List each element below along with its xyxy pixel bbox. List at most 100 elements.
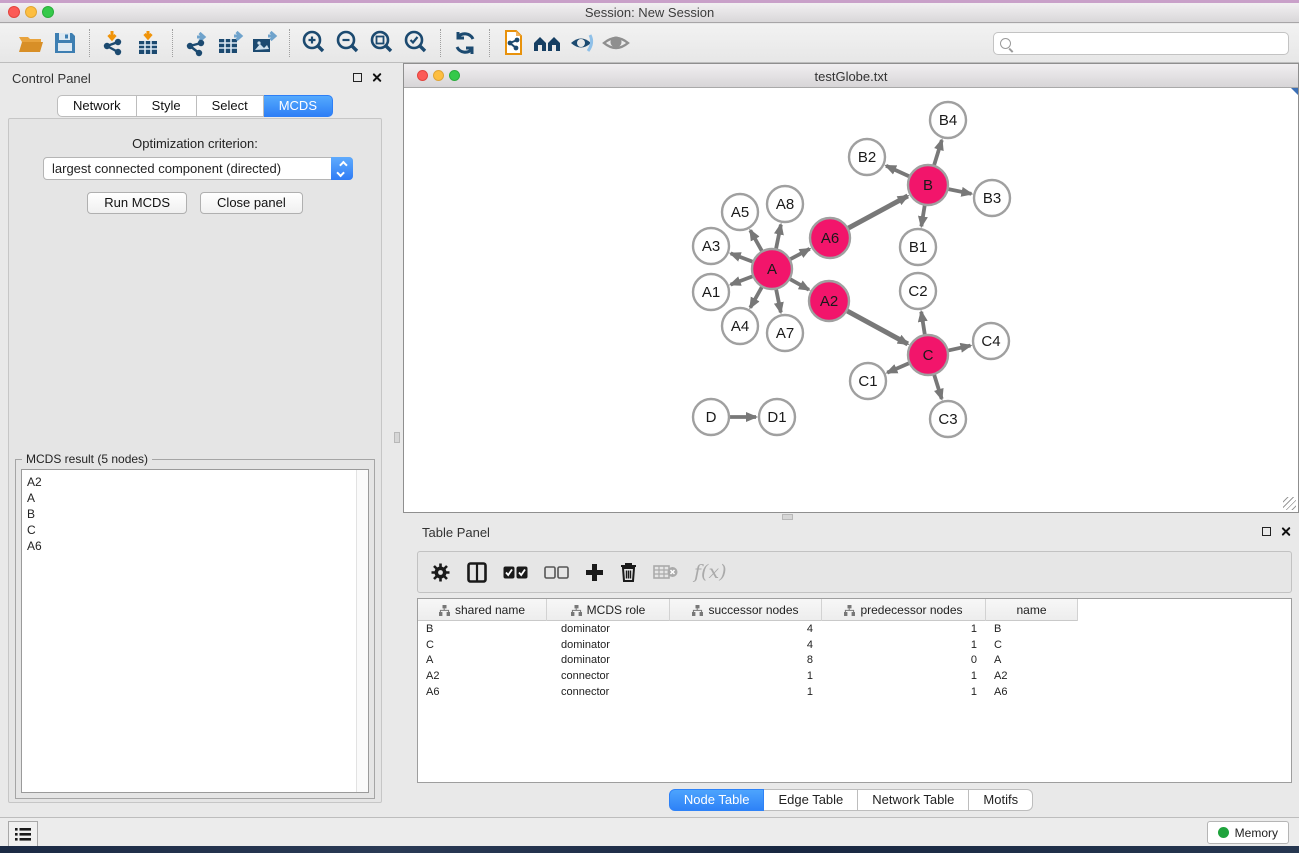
- task-history-button[interactable]: [8, 821, 38, 847]
- node-A1[interactable]: A1: [693, 274, 729, 310]
- export-image-icon[interactable]: [248, 27, 282, 59]
- import-table-icon[interactable]: [131, 27, 165, 59]
- node-A[interactable]: A: [752, 249, 792, 289]
- node-C3[interactable]: C3: [930, 401, 966, 437]
- export-network-icon[interactable]: [180, 27, 214, 59]
- table-row[interactable]: Cdominator41C: [418, 637, 1291, 653]
- memory-button[interactable]: Memory: [1207, 821, 1289, 844]
- svg-text:C1: C1: [858, 373, 877, 390]
- search-input[interactable]: [1016, 35, 1288, 53]
- tab-style[interactable]: Style: [137, 95, 197, 117]
- node-B1[interactable]: B1: [900, 229, 936, 265]
- node-A6[interactable]: A6: [810, 218, 850, 258]
- svg-text:A8: A8: [776, 196, 794, 213]
- close-panel-button[interactable]: Close panel: [200, 192, 303, 214]
- import-network-icon[interactable]: [97, 27, 131, 59]
- tab-mcds[interactable]: MCDS: [264, 95, 333, 117]
- dropdown-stepper[interactable]: [331, 157, 353, 180]
- table-settings-icon[interactable]: [430, 562, 451, 583]
- show-graphics-details-icon[interactable]: [599, 27, 633, 59]
- duplicate-network-icon[interactable]: [497, 27, 531, 59]
- tab-node-table[interactable]: Node Table: [669, 789, 765, 811]
- table-row[interactable]: Bdominator41B: [418, 621, 1291, 637]
- save-session-icon[interactable]: [48, 27, 82, 59]
- result-item[interactable]: A6: [27, 538, 368, 554]
- table-header-row: shared nameMCDS rolesuccessor nodesprede…: [418, 599, 1078, 621]
- hierarchy-icon: [844, 605, 855, 616]
- network-canvas[interactable]: B4 B2 B B3 A8 A5 A6 A3 B1 A A1 C2 A2 A4A7 C4 C C1 C3 D D1: [404, 88, 1298, 512]
- node-A7[interactable]: A7: [767, 315, 803, 351]
- result-item[interactable]: C: [27, 522, 368, 538]
- tab-network-table[interactable]: Network Table: [858, 789, 969, 811]
- column-header-successor-nodes[interactable]: successor nodes: [670, 599, 822, 621]
- export-table-icon[interactable]: [214, 27, 248, 59]
- node-D[interactable]: D: [693, 399, 729, 435]
- node-C2[interactable]: C2: [900, 273, 936, 309]
- node-A5[interactable]: A5: [722, 194, 758, 230]
- first-neighbors-icon[interactable]: [531, 27, 565, 59]
- svg-text:D1: D1: [767, 409, 786, 426]
- tab-motifs[interactable]: Motifs: [969, 789, 1033, 811]
- zoom-selected-icon[interactable]: [399, 27, 433, 59]
- float-table-panel-icon[interactable]: [1262, 527, 1271, 536]
- edge-B-B4[interactable]: [933, 140, 942, 169]
- node-D1[interactable]: D1: [759, 399, 795, 435]
- vertical-splitter-handle[interactable]: [394, 432, 400, 443]
- select-all-icon[interactable]: [503, 566, 528, 579]
- column-header-shared-name[interactable]: shared name: [418, 599, 547, 621]
- node-A3[interactable]: A3: [693, 228, 729, 264]
- node-C1[interactable]: C1: [850, 363, 886, 399]
- node-A2[interactable]: A2: [809, 281, 849, 321]
- tab-network[interactable]: Network: [57, 95, 137, 117]
- result-item[interactable]: A: [27, 490, 368, 506]
- function-builder-icon[interactable]: f(x): [694, 561, 727, 583]
- run-mcds-button[interactable]: Run MCDS: [87, 192, 187, 214]
- node-B[interactable]: B: [908, 165, 948, 205]
- deselect-all-icon[interactable]: [544, 566, 569, 579]
- show-column-icon[interactable]: [467, 562, 487, 583]
- zoom-out-icon[interactable]: [331, 27, 365, 59]
- column-header-name[interactable]: name: [986, 599, 1078, 621]
- search-icon: [1000, 38, 1011, 49]
- node-B3[interactable]: B3: [974, 180, 1010, 216]
- network-window-titlebar[interactable]: testGlobe.txt: [404, 64, 1298, 88]
- control-panel-title: Control Panel: [12, 71, 91, 86]
- column-header-predecessor-nodes[interactable]: predecessor nodes: [822, 599, 986, 621]
- tab-edge-table[interactable]: Edge Table: [764, 789, 858, 811]
- add-column-icon[interactable]: [585, 563, 604, 582]
- result-scrollbar[interactable]: [356, 470, 368, 792]
- criterion-dropdown[interactable]: largest connected component (directed): [43, 157, 353, 180]
- tab-select[interactable]: Select: [197, 95, 264, 117]
- hide-graphics-details-icon[interactable]: [565, 27, 599, 59]
- open-session-icon[interactable]: [14, 27, 48, 59]
- search-field[interactable]: [993, 32, 1289, 55]
- node-A4[interactable]: A4: [722, 308, 758, 344]
- float-panel-icon[interactable]: [353, 73, 362, 82]
- window-resize-grip[interactable]: [1283, 497, 1296, 510]
- edge-B-B2[interactable]: [886, 166, 912, 178]
- close-table-panel-icon[interactable]: [1280, 526, 1291, 537]
- delete-table-icon[interactable]: [653, 564, 678, 580]
- node-C4[interactable]: C4: [973, 323, 1009, 359]
- close-panel-icon[interactable]: [371, 72, 382, 83]
- mcds-result-list[interactable]: A2ABCA6: [21, 469, 369, 793]
- zoom-fit-icon[interactable]: [365, 27, 399, 59]
- refresh-icon[interactable]: [448, 27, 482, 59]
- node-C[interactable]: C: [908, 335, 948, 375]
- node-A8[interactable]: A8: [767, 186, 803, 222]
- table-row[interactable]: A2connector11A2: [418, 668, 1291, 684]
- edge-A-A8[interactable]: [775, 225, 781, 253]
- table-row[interactable]: Adominator80A: [418, 653, 1291, 669]
- column-header-MCDS-role[interactable]: MCDS role: [547, 599, 670, 621]
- edge-C-C3[interactable]: [933, 371, 942, 399]
- node-B4[interactable]: B4: [930, 102, 966, 138]
- zoom-in-icon[interactable]: [297, 27, 331, 59]
- table-row[interactable]: A6connector11A6: [418, 684, 1291, 700]
- node-B2[interactable]: B2: [849, 139, 885, 175]
- result-item[interactable]: B: [27, 506, 368, 522]
- table-cell: 8: [670, 654, 822, 666]
- result-item[interactable]: A2: [27, 474, 368, 490]
- edge-A6-B[interactable]: [845, 196, 908, 230]
- edge-A2-C[interactable]: [844, 309, 908, 344]
- delete-column-icon[interactable]: [620, 562, 637, 582]
